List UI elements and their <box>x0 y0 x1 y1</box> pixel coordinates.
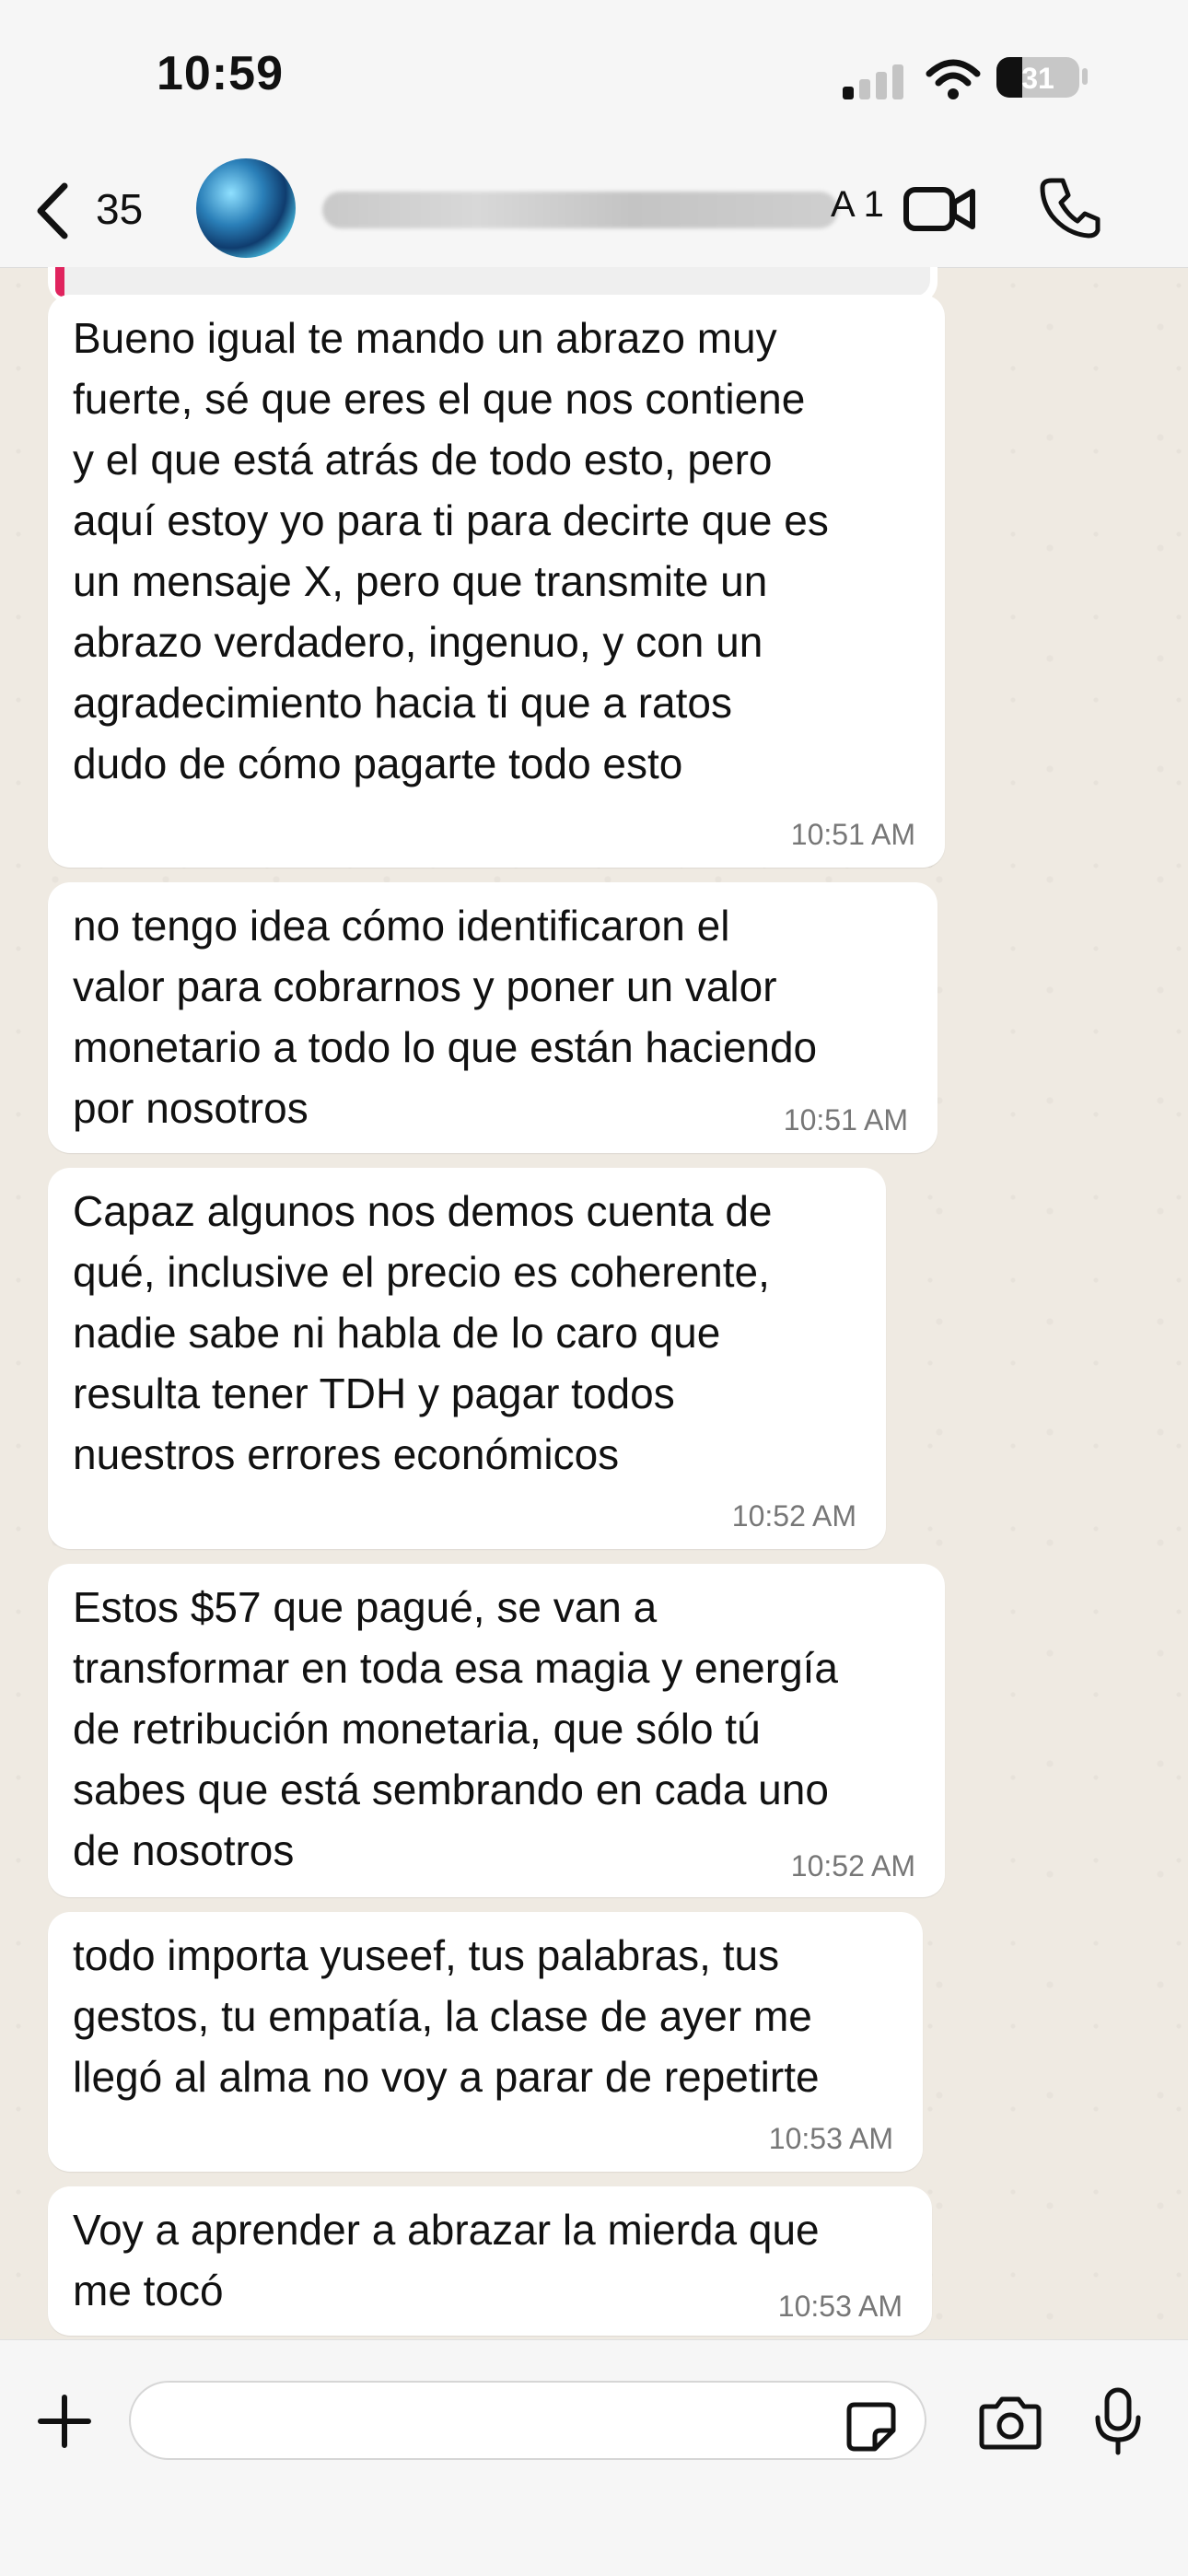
message-bubble[interactable]: todo importa yuseef, tus palabras, tus g… <box>48 1912 923 2172</box>
message-timestamp: 10:51 AM <box>790 818 915 851</box>
contact-name-blurred[interactable] <box>322 192 838 228</box>
sticker-icon[interactable] <box>845 2401 897 2453</box>
unread-count[interactable]: 35 <box>96 184 143 234</box>
composer-bar <box>0 2339 1188 2576</box>
message-text: todo importa yuseef, tus palabras, tus g… <box>73 1931 820 2101</box>
message-timestamp: 10:53 AM <box>768 2122 893 2155</box>
message-timestamp: 10:52 AM <box>790 1849 915 1882</box>
status-time: 10:59 <box>157 47 284 100</box>
message-text: Capaz algunos nos demos cuenta de qué, i… <box>73 1187 773 1478</box>
cellular-signal-icon <box>843 63 907 99</box>
phone-icon[interactable] <box>1039 175 1103 239</box>
message-bubble[interactable]: Estos $57 que pagué, se van a transforma… <box>48 1564 945 1897</box>
plus-icon[interactable] <box>37 2394 92 2449</box>
message-bubble[interactable]: Bueno igual te mando un abrazo muy fuert… <box>48 295 945 868</box>
message-text: Estos $57 que pagué, se van a transforma… <box>73 1583 839 1874</box>
message-bubble[interactable]: no tengo idea cómo identificaron el valo… <box>48 882 938 1153</box>
message-timestamp: 10:52 AM <box>731 1499 856 1533</box>
message-timestamp: 10:53 AM <box>777 2290 903 2323</box>
microphone-icon[interactable] <box>1092 2386 1144 2456</box>
battery-level: 31 <box>1021 62 1054 95</box>
chat-header: 35 A 1 <box>0 157 1188 268</box>
status-bar: 10:59 31 <box>0 0 1188 157</box>
contact-avatar[interactable] <box>196 158 296 258</box>
message-bubble[interactable]: Voy a aprender a abrazar la mierda que m… <box>48 2186 932 2336</box>
chevron-left-icon[interactable] <box>28 179 83 243</box>
message-input[interactable] <box>129 2381 926 2460</box>
battery-icon: 31 <box>996 57 1079 98</box>
reply-accent-bar <box>55 267 64 297</box>
contact-name-suffix[interactable]: A 1 <box>831 184 884 226</box>
wifi-icon <box>926 59 981 99</box>
message-bubble[interactable]: Capaz algunos nos demos cuenta de qué, i… <box>48 1168 886 1549</box>
camera-icon[interactable] <box>976 2395 1044 2451</box>
message-text: Bueno igual te mando un abrazo muy fuert… <box>73 314 829 787</box>
message-text: no tengo idea cómo identificaron el valo… <box>73 902 818 1132</box>
message-timestamp: 10:51 AM <box>783 1103 908 1136</box>
video-camera-icon[interactable] <box>903 177 976 241</box>
